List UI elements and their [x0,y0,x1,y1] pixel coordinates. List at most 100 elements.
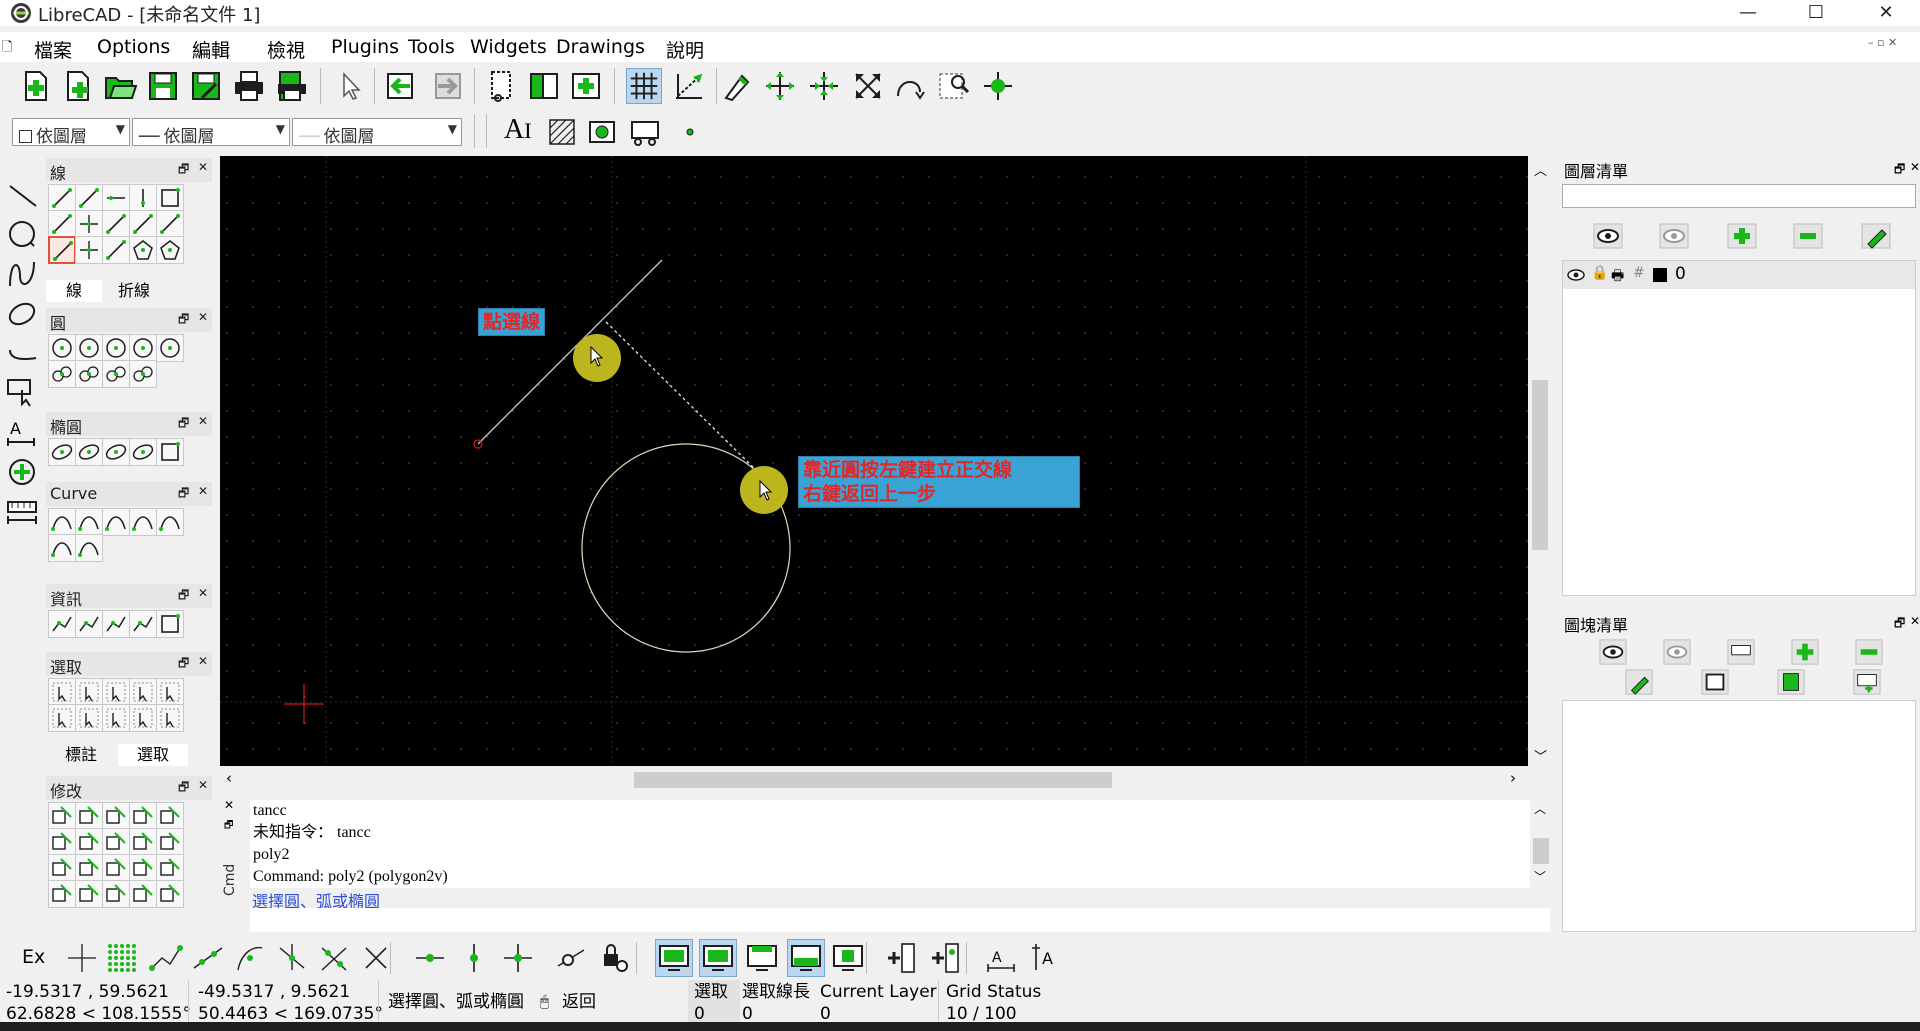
show-all-blocks-icon[interactable] [1598,638,1628,666]
command-input[interactable] [250,908,1550,932]
zoom-auto-icon[interactable] [850,68,886,104]
select-tool-8-icon[interactable] [102,704,130,732]
layer-row[interactable]: 🔒 🖶 # 0 [1563,261,1915,289]
curve-tool-5-icon[interactable] [156,508,184,536]
curve-category-icon[interactable] [4,256,40,292]
remove-layer-icon[interactable] [1792,220,1824,252]
menu-file[interactable]: 檔案 [34,36,72,63]
close-panel-icon[interactable]: ✕ [198,414,208,428]
modify-tool-4-icon[interactable] [129,802,157,830]
modify-tool-9-icon[interactable] [129,828,157,856]
float-panel-icon[interactable]: 🗗 [178,654,189,675]
circle-tool-2-icon[interactable] [75,334,103,362]
modify-tool-11-icon[interactable] [48,854,76,882]
tab-select[interactable]: 選取 [118,744,188,766]
circle-category-icon[interactable] [4,216,40,252]
mdi-controls[interactable]: – ▫ ✕ [1868,36,1897,49]
new-template-icon[interactable] [60,68,96,104]
minimize-button[interactable]: — [1718,0,1778,26]
zoom-pan-icon[interactable] [980,68,1016,104]
line-tool-14-icon[interactable] [129,236,157,264]
modify-tool-2-icon[interactable] [75,802,103,830]
new-file-icon[interactable] [18,68,54,104]
grid-toggle-icon[interactable] [626,68,662,104]
select-tool-1-icon[interactable] [48,678,76,706]
modify-tool-5-icon[interactable] [156,802,184,830]
curve-tool-6-icon[interactable] [48,534,76,562]
line-tool-7-icon[interactable] [75,210,103,238]
layer-filter-input[interactable] [1562,184,1916,208]
zoom-window-icon[interactable] [936,68,972,104]
ellipse-tool-4-icon[interactable] [129,438,157,466]
point-icon[interactable] [672,114,708,150]
drawing-canvas[interactable]: 點選線 靠近圓按左鍵建立正交線 右鍵返回上一步 [220,156,1528,766]
select-tool-5-icon[interactable] [156,678,184,706]
remove-view-icon[interactable] [928,940,964,976]
circle-tool-7-icon[interactable] [75,360,103,388]
modify-tool-15-icon[interactable] [156,854,184,882]
line-category-icon[interactable] [4,176,40,212]
info-tool-5-icon[interactable] [156,610,184,638]
draft-mode-icon[interactable] [670,68,706,104]
curve-tool-3-icon[interactable] [102,508,130,536]
scroll-left-icon[interactable]: ‹ [226,769,232,787]
lock-relative-zero-icon[interactable] [596,940,632,976]
paste-icon[interactable] [568,68,604,104]
copy-icon[interactable] [526,68,562,104]
save-as-icon[interactable] [188,68,224,104]
vertical-scrollbar[interactable]: ︿ ﹀ [1528,156,1552,766]
tab-line[interactable]: 線 [46,280,102,302]
line-tool-4-icon[interactable] [129,184,157,212]
modify-tool-17-icon[interactable] [75,880,103,908]
print-icon[interactable]: 🖶 [1611,265,1624,289]
modify-tool-10-icon[interactable] [156,828,184,856]
modify-tool-14-icon[interactable] [129,854,157,882]
construction-icon[interactable]: # [1633,265,1645,281]
info-tool-4-icon[interactable] [129,610,157,638]
zoom-in-icon[interactable] [762,68,798,104]
horizontal-scrollbar[interactable]: ‹ › [220,766,1552,792]
dimension-category-icon[interactable]: A [4,414,40,450]
float-panel-icon[interactable]: 🗗 [224,818,233,835]
select-tool-9-icon[interactable] [129,704,157,732]
scroll-up-icon[interactable]: ︿ [1534,800,1546,817]
measure-category-icon[interactable] [4,494,40,530]
close-panel-icon[interactable]: ✕ [198,160,208,174]
close-panel-icon[interactable]: ✕ [198,586,208,600]
line-tool-11-icon[interactable] [48,236,76,264]
modify-tool-8-icon[interactable] [102,828,130,856]
ellipse-tool-2-icon[interactable] [75,438,103,466]
line-tool-9-icon[interactable] [129,210,157,238]
line-tool-2-icon[interactable] [75,184,103,212]
remove-block-icon[interactable] [1854,638,1884,666]
select-tool-4-icon[interactable] [129,678,157,706]
circle-tool-5-icon[interactable] [156,334,184,362]
snap-on-entity-icon[interactable] [190,940,226,976]
ellipse-tool-5-icon[interactable] [156,438,184,466]
modify-tool-18-icon[interactable] [102,880,130,908]
circle-tool-1-icon[interactable] [48,334,76,362]
modify-tool-13-icon[interactable] [102,854,130,882]
tab-dimension[interactable]: 標註 [46,744,116,766]
menu-tools[interactable]: Tools [408,36,455,58]
add-layer-icon[interactable] [1726,220,1758,252]
info-tool-3-icon[interactable] [102,610,130,638]
edit-layer-icon[interactable] [1860,220,1892,252]
menu-edit[interactable]: 編輯 [192,36,230,63]
line-tool-8-icon[interactable] [102,210,130,238]
add-view-icon[interactable] [884,940,920,976]
line-tool-3-icon[interactable] [102,184,130,212]
scroll-thumb[interactable] [1533,838,1549,864]
maximize-button[interactable]: ☐ [1786,0,1846,26]
float-panel-icon[interactable]: 🗗 [178,586,189,607]
select-tool-10-icon[interactable] [156,704,184,732]
cut-icon[interactable] [484,68,520,104]
lock-icon[interactable]: 🔒 [1591,265,1608,281]
ellipse-tool-3-icon[interactable] [102,438,130,466]
float-panel-icon[interactable]: 🗗 [178,160,189,181]
pen-color-combo[interactable]: 依圖層 ▼ [12,118,130,147]
circle-tool-3-icon[interactable] [102,334,130,362]
circle-tool-8-icon[interactable] [102,360,130,388]
print-preview-icon[interactable] [274,68,310,104]
modify-tool-20-icon[interactable] [156,880,184,908]
